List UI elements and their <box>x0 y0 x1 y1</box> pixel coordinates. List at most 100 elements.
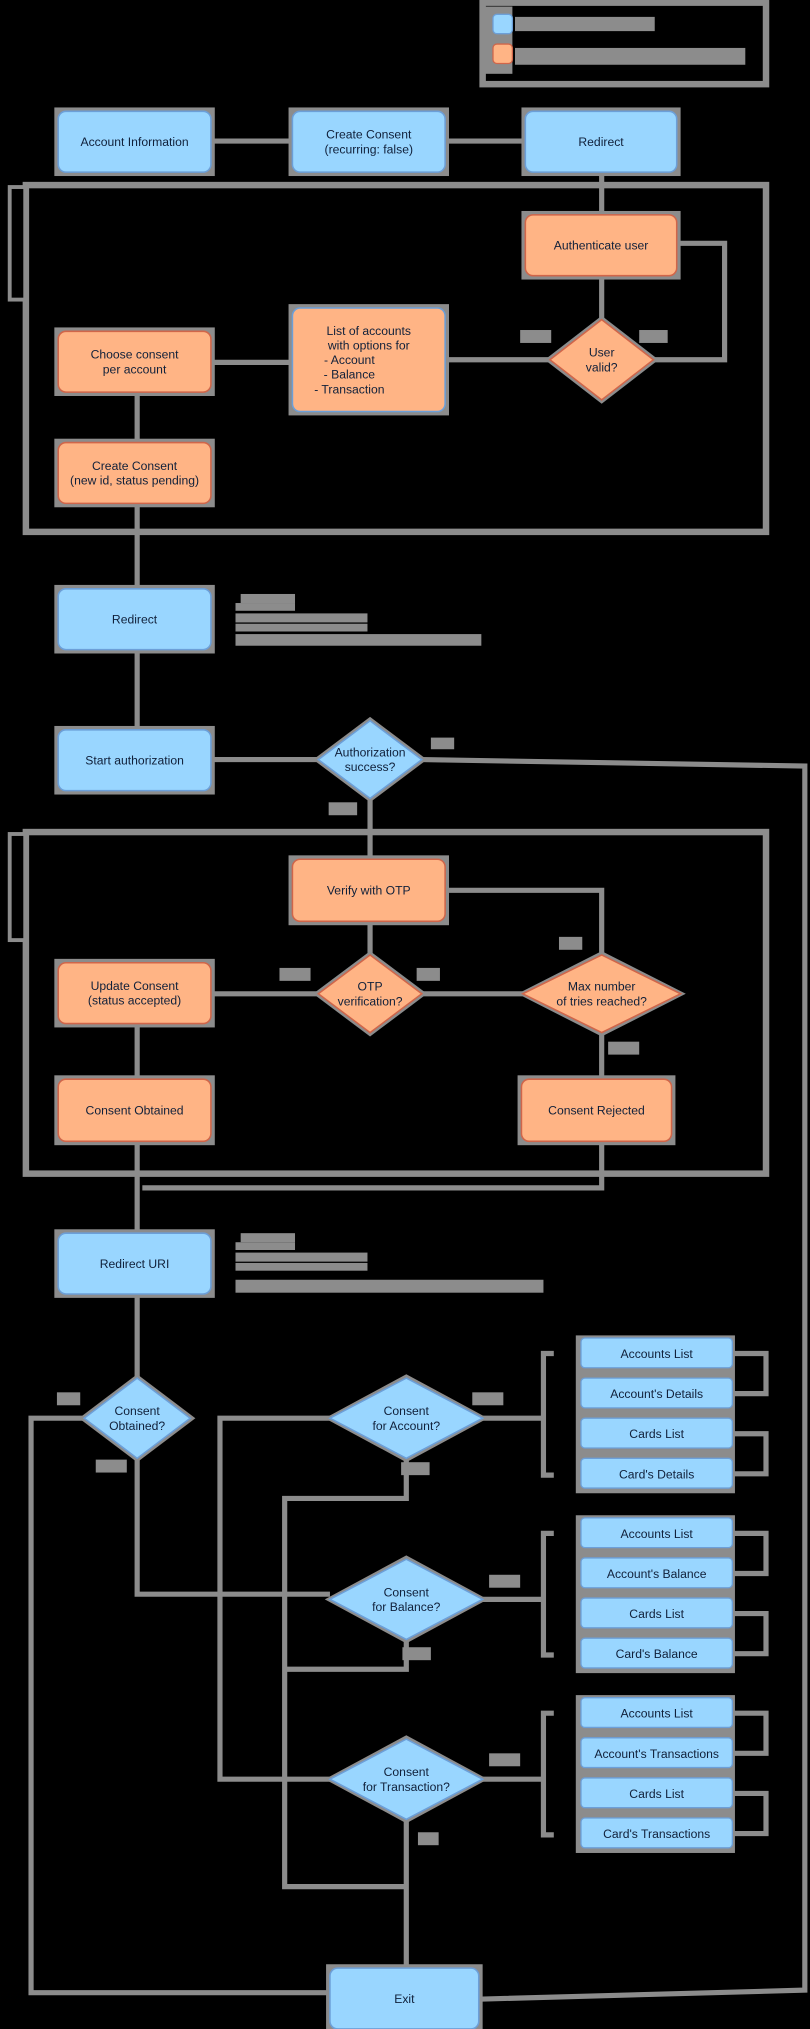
bracket <box>540 1530 554 1658</box>
edge-label <box>279 967 311 981</box>
edge-label <box>608 1041 640 1055</box>
bracket <box>540 1710 554 1838</box>
edge-label <box>558 936 583 950</box>
node-redirect-2: Redirect <box>54 584 215 654</box>
endpoint-label: Accounts List <box>621 1347 694 1361</box>
edge-label <box>56 1392 81 1406</box>
note-block <box>240 1233 296 1243</box>
node-label: (status accepted) <box>88 994 181 1008</box>
node-label: Consent <box>384 1585 430 1599</box>
edge-label <box>489 1753 521 1767</box>
note-block <box>235 623 368 632</box>
edge-label <box>402 1647 431 1661</box>
node-label: Authorization <box>335 746 406 760</box>
node-label: of tries reached? <box>556 994 647 1008</box>
node-label: for Balance? <box>372 1600 440 1614</box>
node-otp-verification: OTPverification? <box>313 951 427 1037</box>
node-label: - Transaction <box>314 382 384 396</box>
edge-label <box>430 737 455 750</box>
endpoint-label: Cards List <box>629 1607 684 1621</box>
legend-label <box>514 16 655 32</box>
edge-label <box>520 330 552 343</box>
node-label: Redirect <box>578 135 624 149</box>
legend <box>479 0 770 88</box>
note-block <box>235 634 482 646</box>
node-label: per account <box>103 362 167 376</box>
node-label: Redirect URI <box>100 1257 170 1271</box>
consent-flow-diagram: Account Information Create Consent(recurr… <box>7 0 808 2029</box>
node-label: Account Information <box>81 135 189 149</box>
connector-line <box>284 1639 409 1672</box>
node-consent-obtained-q: ConsentObtained? <box>78 1374 196 1463</box>
endpoint-label: Cards List <box>629 1787 684 1801</box>
node-label: - Balance <box>324 368 376 382</box>
endpoint-group: Accounts List Account's Balance Cards List… <box>575 1515 735 1674</box>
node-label: (recurring: false) <box>325 142 413 156</box>
pair-connector <box>732 1710 769 1756</box>
endpoint-label: Card's Transactions <box>603 1827 710 1841</box>
edge-label <box>401 1462 430 1476</box>
endpoint-label: Account's Details <box>610 1387 703 1401</box>
node-consent-balance-q: Consentfor Balance? <box>324 1555 488 1644</box>
node-label: Consent Rejected <box>548 1104 645 1118</box>
node-redirect-uri: Redirect URI <box>54 1229 215 1298</box>
connector-line <box>134 1458 330 1597</box>
node-label: Consent <box>115 1404 161 1418</box>
node-start-auth: Start authorization <box>54 725 215 795</box>
node-label: Consent <box>384 1765 430 1779</box>
node-create-consent-2: Create Consent(new id, status pending) <box>54 438 215 508</box>
endpoint-label: Cards List <box>629 1427 684 1441</box>
node-label: User <box>589 346 615 360</box>
pair-connector <box>732 1530 769 1577</box>
endpoint-groups: Accounts List Account's Details Cards List… <box>575 1335 735 1853</box>
bracket <box>540 1350 554 1478</box>
node-label: Exit <box>394 1992 415 2006</box>
node-label: - Account <box>324 353 375 367</box>
note-block <box>235 613 368 623</box>
edge-label <box>639 330 668 343</box>
connector-line <box>217 1415 330 1782</box>
node-choose-consent: Choose consentper account <box>54 327 215 397</box>
node-label: valid? <box>586 360 618 374</box>
orange-square-icon <box>492 43 514 65</box>
endpoint-label: Account's Transactions <box>594 1747 719 1761</box>
container-tab-inner <box>11 188 24 298</box>
node-exit: Exit <box>326 1964 483 2029</box>
pair-connector <box>732 1611 769 1657</box>
edge-label <box>489 1574 521 1588</box>
endpoint-label: Card's Balance <box>616 1647 698 1661</box>
node-create-consent-1: Create Consent(recurring: false) <box>288 107 449 177</box>
node-consent-transaction-q: Consentfor Transaction? <box>324 1735 488 1824</box>
connector-line <box>142 1141 605 1191</box>
note-block <box>235 1262 368 1271</box>
node-update-consent: Update Consent(status accepted) <box>54 958 215 1028</box>
node-label: verification? <box>338 994 403 1008</box>
node-consent-obtained: Consent Obtained <box>54 1075 215 1146</box>
container-tab-inner <box>11 835 24 939</box>
endpoint-label: Account's Balance <box>607 1567 707 1581</box>
pair-connector <box>732 1431 769 1477</box>
node-label: Consent Obtained <box>86 1104 184 1118</box>
node-max-tries: Max numberof tries reached? <box>517 951 686 1037</box>
node-label: (new id, status pending) <box>70 474 199 488</box>
edge-label <box>417 1832 439 1846</box>
node-label: Start authorization <box>85 754 184 768</box>
edge-label <box>95 1459 127 1473</box>
node-list-accounts: List of accountswith options for- Accoun… <box>288 304 449 416</box>
node-consent-rejected: Consent Rejected <box>517 1075 676 1146</box>
node-authenticate: Authenticate user <box>521 210 681 280</box>
node-label: success? <box>345 760 396 774</box>
edge-label <box>416 967 440 981</box>
pair-connector <box>732 1350 769 1397</box>
endpoint-group: Accounts List Account's Transactions Cards… <box>575 1695 735 1853</box>
node-label: List of accounts <box>327 324 411 338</box>
node-label: Obtained? <box>109 1419 165 1433</box>
node-verify-otp: Verify with OTP <box>288 855 449 926</box>
endpoint-label: Accounts List <box>621 1707 694 1721</box>
connector-line <box>282 1458 409 1890</box>
node-label: Update Consent <box>91 979 179 993</box>
node-redirect-1: Redirect <box>521 107 681 177</box>
legend-frame <box>479 0 770 88</box>
edge-label <box>328 802 358 816</box>
node-label: Choose consent <box>91 348 179 362</box>
